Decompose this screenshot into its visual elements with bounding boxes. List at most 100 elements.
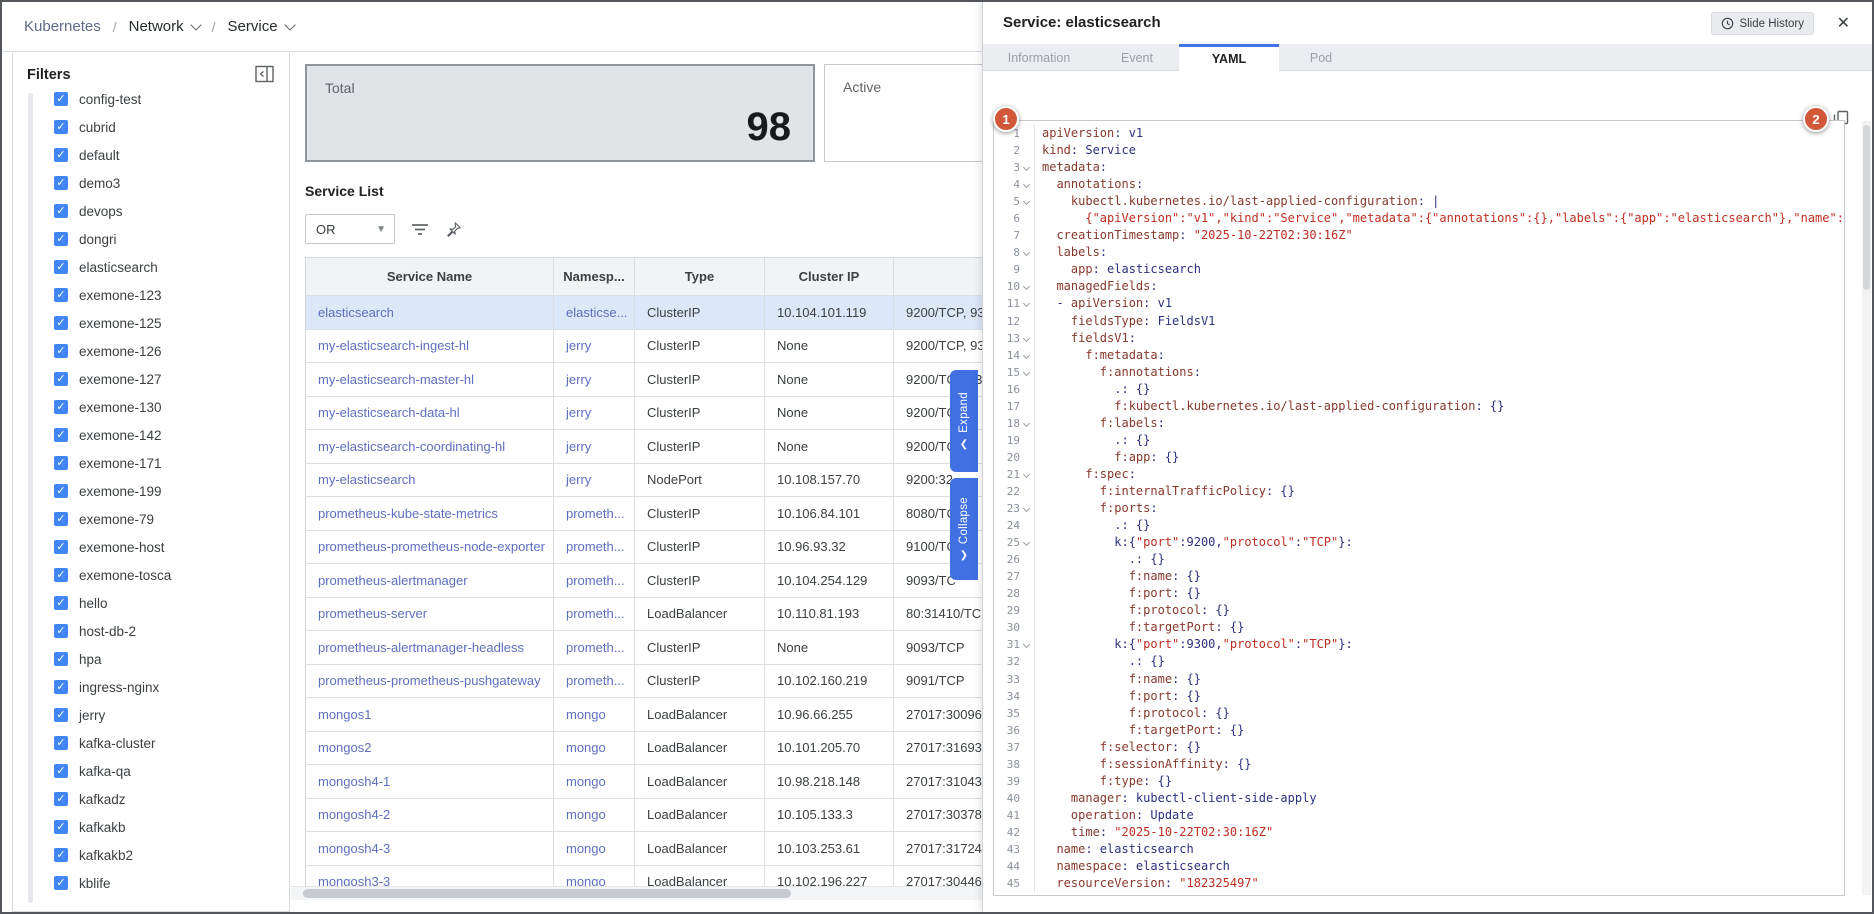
service-name-cell[interactable]: my-elasticsearch-data-hl xyxy=(306,397,554,430)
fold-toggle-icon[interactable] xyxy=(1020,295,1034,312)
namespace-cell[interactable]: elasticse... xyxy=(554,296,635,329)
filter-item[interactable]: ✓hello xyxy=(54,589,171,617)
service-name-cell[interactable]: my-elasticsearch-master-hl xyxy=(306,363,554,396)
checkbox-checked-icon[interactable]: ✓ xyxy=(54,652,68,666)
service-name-cell[interactable]: my-elasticsearch xyxy=(306,464,554,497)
filter-item[interactable]: ✓exemone-171 xyxy=(54,449,171,477)
table-row[interactable]: prometheus-prometheus-node-exporterprome… xyxy=(306,531,982,565)
fold-toggle-icon[interactable] xyxy=(1020,500,1034,517)
collapse-tab[interactable]: Collapse ❯ xyxy=(950,478,978,580)
filter-item[interactable]: ✓kafka-cluster xyxy=(54,729,171,757)
checkbox-checked-icon[interactable]: ✓ xyxy=(54,764,68,778)
namespace-cell[interactable]: prometh... xyxy=(554,665,635,698)
table-row[interactable]: mongosh4-2mongoLoadBalancer10.105.133.32… xyxy=(306,799,982,833)
filter-item[interactable]: ✓exemone-127 xyxy=(54,365,171,393)
checkbox-checked-icon[interactable]: ✓ xyxy=(54,204,68,218)
table-row[interactable]: mongosh4-1mongoLoadBalancer10.98.218.148… xyxy=(306,765,982,799)
filter-item[interactable]: ✓dongri xyxy=(54,225,171,253)
namespace-cell[interactable]: prometh... xyxy=(554,598,635,631)
checkbox-checked-icon[interactable]: ✓ xyxy=(54,624,68,638)
pin-icon[interactable] xyxy=(445,221,462,238)
fold-toggle-icon[interactable] xyxy=(1020,244,1034,261)
checkbox-checked-icon[interactable]: ✓ xyxy=(54,344,68,358)
fold-toggle-icon[interactable] xyxy=(1020,176,1034,193)
table-row[interactable]: prometheus-serverprometh...LoadBalancer1… xyxy=(306,598,982,632)
filter-item[interactable]: ✓kafkakb2 xyxy=(54,841,171,869)
fold-toggle-icon[interactable] xyxy=(1020,159,1034,176)
checkbox-checked-icon[interactable]: ✓ xyxy=(54,176,68,190)
filter-item[interactable]: ✓exemone-123 xyxy=(54,281,171,309)
filter-item[interactable]: ✓exemone-host xyxy=(54,533,171,561)
filter-item[interactable]: ✓exemone-tosca xyxy=(54,561,171,589)
filter-list-icon[interactable] xyxy=(411,222,429,236)
namespace-cell[interactable]: prometh... xyxy=(554,631,635,664)
namespace-cell[interactable]: prometh... xyxy=(554,564,635,597)
horizontal-scrollbar-track[interactable] xyxy=(291,886,982,900)
fold-toggle-icon[interactable] xyxy=(1020,278,1034,295)
fold-toggle-icon[interactable] xyxy=(1020,534,1034,551)
yaml-scrollbar-thumb[interactable] xyxy=(1863,125,1870,290)
service-name-cell[interactable]: prometheus-prometheus-node-exporter xyxy=(306,531,554,564)
filter-item[interactable]: ✓elasticsearch xyxy=(54,253,171,281)
checkbox-checked-icon[interactable]: ✓ xyxy=(54,400,68,414)
checkbox-checked-icon[interactable]: ✓ xyxy=(54,316,68,330)
checkbox-checked-icon[interactable]: ✓ xyxy=(54,596,68,610)
checkbox-checked-icon[interactable]: ✓ xyxy=(54,260,68,274)
filter-item[interactable]: ✓kafka-qa xyxy=(54,757,171,785)
table-header-cell[interactable]: Service Name xyxy=(306,258,554,295)
namespace-cell[interactable]: jerry xyxy=(554,330,635,363)
yaml-scrollbar-track[interactable] xyxy=(1862,121,1871,895)
table-header-cell[interactable]: Type xyxy=(635,258,765,295)
service-name-cell[interactable]: my-elasticsearch-coordinating-hl xyxy=(306,430,554,463)
checkbox-checked-icon[interactable]: ✓ xyxy=(54,540,68,554)
checkbox-checked-icon[interactable]: ✓ xyxy=(54,148,68,162)
table-row[interactable]: prometheus-prometheus-pushgatewayprometh… xyxy=(306,665,982,699)
namespace-cell[interactable]: mongo xyxy=(554,765,635,798)
namespace-cell[interactable]: mongo xyxy=(554,732,635,765)
namespace-cell[interactable]: mongo xyxy=(554,799,635,832)
service-name-cell[interactable]: prometheus-alertmanager-headless xyxy=(306,631,554,664)
table-row[interactable]: mongos1mongoLoadBalancer10.96.66.2552701… xyxy=(306,698,982,732)
service-name-cell[interactable]: prometheus-prometheus-pushgateway xyxy=(306,665,554,698)
yaml-editor[interactable]: 1apiVersion: v12kind: Service3metadata:4… xyxy=(993,120,1845,896)
namespace-cell[interactable]: jerry xyxy=(554,397,635,430)
filter-item[interactable]: ✓jerry xyxy=(54,701,171,729)
close-icon[interactable]: ✕ xyxy=(1837,13,1850,33)
checkbox-checked-icon[interactable]: ✓ xyxy=(54,792,68,806)
sidebar-scrollbar[interactable] xyxy=(28,93,33,903)
filter-item[interactable]: ✓host-db-2 xyxy=(54,617,171,645)
namespace-cell[interactable]: jerry xyxy=(554,464,635,497)
table-header-cell[interactable] xyxy=(894,258,982,295)
fold-toggle-icon[interactable] xyxy=(1020,466,1034,483)
table-row[interactable]: prometheus-kube-state-metricsprometh...C… xyxy=(306,497,982,531)
filter-item[interactable]: ✓kblife xyxy=(54,869,171,897)
checkbox-checked-icon[interactable]: ✓ xyxy=(54,820,68,834)
filter-item[interactable]: ✓ingress-nginx xyxy=(54,673,171,701)
filter-item[interactable]: ✓exemone-199 xyxy=(54,477,171,505)
service-name-cell[interactable]: prometheus-alertmanager xyxy=(306,564,554,597)
fold-toggle-icon[interactable] xyxy=(1020,347,1034,364)
checkbox-checked-icon[interactable]: ✓ xyxy=(54,428,68,442)
tab-information[interactable]: Information xyxy=(983,44,1095,71)
service-name-cell[interactable]: prometheus-server xyxy=(306,598,554,631)
table-row[interactable]: my-elasticsearchjerryNodePort10.108.157.… xyxy=(306,464,982,498)
tab-pod[interactable]: Pod xyxy=(1279,44,1363,71)
service-name-cell[interactable]: mongosh4-2 xyxy=(306,799,554,832)
table-row[interactable]: elasticsearchelasticse...ClusterIP10.104… xyxy=(306,296,982,330)
checkbox-checked-icon[interactable]: ✓ xyxy=(54,92,68,106)
table-row[interactable]: prometheus-alertmanager-headlessprometh.… xyxy=(306,631,982,665)
table-row[interactable]: my-elasticsearch-data-hljerryClusterIPNo… xyxy=(306,397,982,431)
service-name-cell[interactable]: elasticsearch xyxy=(306,296,554,329)
namespace-cell[interactable]: mongo xyxy=(554,698,635,731)
filter-item[interactable]: ✓exemone-79 xyxy=(54,505,171,533)
filter-item[interactable]: ✓exemone-126 xyxy=(54,337,171,365)
total-card[interactable]: Total 98 xyxy=(305,64,815,162)
horizontal-scrollbar-thumb[interactable] xyxy=(303,889,791,898)
fold-toggle-icon[interactable] xyxy=(1020,193,1034,210)
table-row[interactable]: my-elasticsearch-ingest-hljerryClusterIP… xyxy=(306,330,982,364)
filter-item[interactable]: ✓exemone-130 xyxy=(54,393,171,421)
fold-toggle-icon[interactable] xyxy=(1020,364,1034,381)
slide-history-button[interactable]: Slide History xyxy=(1711,12,1814,35)
checkbox-checked-icon[interactable]: ✓ xyxy=(54,484,68,498)
fold-toggle-icon[interactable] xyxy=(1020,636,1034,653)
